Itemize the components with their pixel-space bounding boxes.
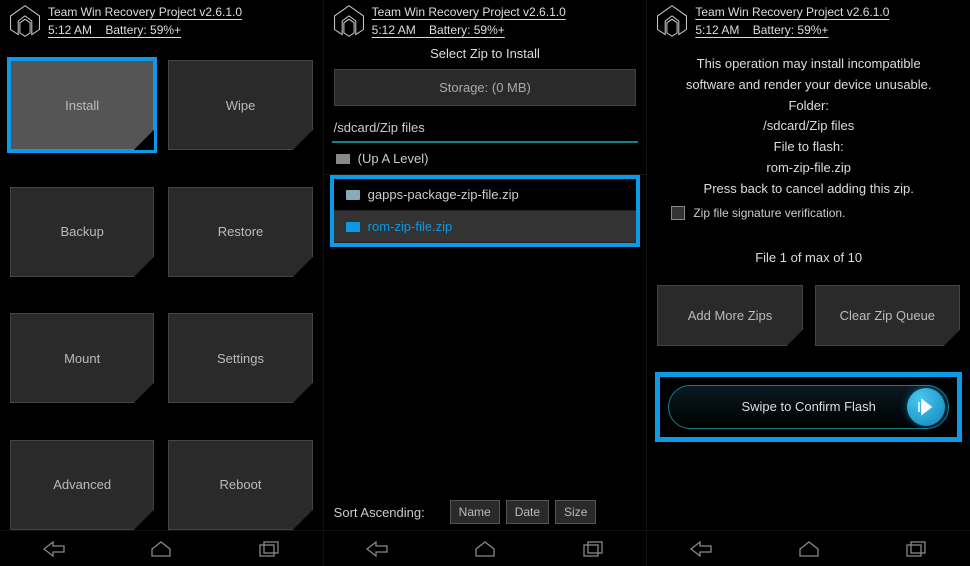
header-meta: 5:12 AM Battery: 59%+ <box>372 23 566 37</box>
add-more-zips-button[interactable]: Add More Zips <box>657 285 802 346</box>
home-icon[interactable] <box>150 540 172 558</box>
clear-zip-queue-button[interactable]: Clear Zip Queue <box>815 285 960 346</box>
recent-icon[interactable] <box>258 540 280 558</box>
twrp-logo <box>332 4 366 38</box>
install-subtitle: Select Zip to Install <box>324 42 647 69</box>
twrp-logo <box>8 4 42 38</box>
warning-text: This operation may install incompatible … <box>647 42 970 200</box>
file-icon <box>346 222 360 232</box>
header-title: Team Win Recovery Project v2.6.1.0 <box>48 5 242 19</box>
recent-icon[interactable] <box>905 540 927 558</box>
header-title: Team Win Recovery Project v2.6.1.0 <box>695 5 889 19</box>
home-icon[interactable] <box>474 540 496 558</box>
backup-button[interactable]: Backup <box>10 187 154 277</box>
back-icon[interactable] <box>366 540 388 558</box>
reboot-button[interactable]: Reboot <box>168 440 312 530</box>
signature-checkbox[interactable] <box>671 206 685 220</box>
storage-button[interactable]: Storage: (0 MB) <box>334 69 637 106</box>
advanced-button[interactable]: Advanced <box>10 440 154 530</box>
file-icon <box>346 190 360 200</box>
recent-icon[interactable] <box>582 540 604 558</box>
sort-asc-name-button[interactable]: Name <box>450 500 500 524</box>
current-path: /sdcard/Zip files <box>324 114 647 141</box>
header-meta: 5:12 AM Battery: 59%+ <box>695 23 889 37</box>
file-count: File 1 of max of 10 <box>647 220 970 285</box>
back-icon[interactable] <box>43 540 65 558</box>
restore-button[interactable]: Restore <box>168 187 312 277</box>
folder-icon <box>336 154 350 164</box>
header-meta: 5:12 AM Battery: 59%+ <box>48 23 242 37</box>
navbar <box>324 530 647 566</box>
header: Team Win Recovery Project v2.6.1.0 5:12 … <box>647 0 970 42</box>
back-icon[interactable] <box>690 540 712 558</box>
up-level-row[interactable]: (Up A Level) <box>324 143 647 175</box>
swipe-knob-icon[interactable] <box>907 388 945 426</box>
mount-button[interactable]: Mount <box>10 313 154 403</box>
install-button[interactable]: Install <box>10 60 154 150</box>
navbar <box>647 530 970 566</box>
header: Team Win Recovery Project v2.6.1.0 5:12 … <box>324 0 647 42</box>
file-row-gapps[interactable]: gapps-package-zip-file.zip <box>334 179 637 211</box>
sort-ascending-row: Sort Ascending: Name Date Size <box>334 500 637 524</box>
navbar <box>0 530 323 566</box>
home-icon[interactable] <box>798 540 820 558</box>
sort-asc-date-button[interactable]: Date <box>506 500 549 524</box>
header-title: Team Win Recovery Project v2.6.1.0 <box>372 5 566 19</box>
settings-button[interactable]: Settings <box>168 313 312 403</box>
header: Team Win Recovery Project v2.6.1.0 5:12 … <box>0 0 323 42</box>
file-row-rom[interactable]: rom-zip-file.zip <box>334 211 637 243</box>
signature-check-row[interactable]: Zip file signature verification. <box>647 200 970 220</box>
wipe-button[interactable]: Wipe <box>168 60 312 150</box>
swipe-confirm-slider[interactable]: Swipe to Confirm Flash <box>668 385 949 429</box>
twrp-logo <box>655 4 689 38</box>
sort-asc-size-button[interactable]: Size <box>555 500 596 524</box>
